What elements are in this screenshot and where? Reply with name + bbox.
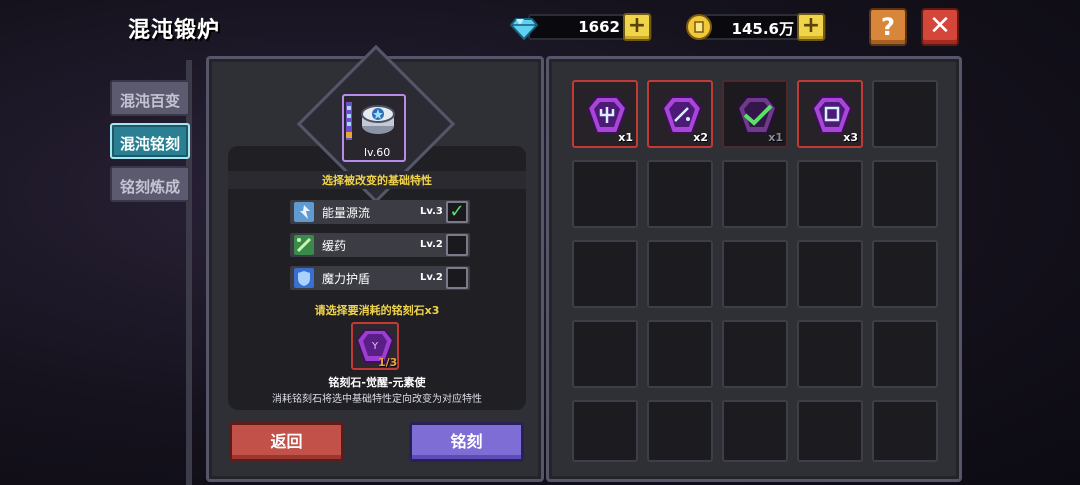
inventory-slot-empty[interactable] [872, 80, 938, 148]
inventory-slot[interactable]: x2 [647, 80, 713, 148]
attribute-row-slow-potion[interactable]: 缓药 Lv.2 [290, 233, 470, 257]
inventory-slot-empty[interactable] [647, 240, 713, 308]
inventory-slot-empty[interactable] [872, 400, 938, 462]
attribute-row-energy-flow[interactable]: 能量源流 Lv.3 ✓ [290, 200, 470, 224]
slow-potion-icon [294, 235, 314, 255]
attribute-checkbox[interactable] [446, 267, 468, 289]
page-title: 混沌锻炉 [128, 18, 221, 43]
inventory-slot-empty[interactable] [797, 320, 863, 388]
tab-inscription-crafting[interactable]: 铭刻炼成 [110, 166, 190, 202]
inventory-slot[interactable]: x3 [797, 80, 863, 148]
rune-disc-icon [346, 102, 395, 140]
inventory-slot-empty[interactable] [797, 160, 863, 228]
stone-title: 请选择要消耗的铭刻石x3 [314, 304, 440, 317]
inventory-slot-empty[interactable] [872, 320, 938, 388]
item-level: lv.60 [364, 146, 391, 159]
svg-text:Y: Y [371, 341, 379, 352]
close-button[interactable]: ✕ [921, 8, 959, 46]
inventory-slot-empty[interactable] [572, 160, 638, 228]
attributes-title: 选择被改变的基础特性 [228, 171, 526, 189]
item-quantity: x1 [618, 131, 633, 144]
item-quantity: x1 [768, 131, 783, 144]
check-icon: ✓ [449, 201, 465, 222]
attribute-checkbox[interactable]: ✓ [446, 201, 468, 223]
carve-button[interactable]: 铭刻 [409, 422, 524, 462]
inventory-slot-empty[interactable] [872, 240, 938, 308]
inventory-slot-empty[interactable] [647, 320, 713, 388]
gold-amount: 145.6万 [731, 20, 794, 38]
stone-count: 1/3 [378, 356, 398, 369]
attribute-row-mana-shield[interactable]: 魔力护盾 Lv.2 [290, 266, 470, 290]
stone-name: 铭刻石-觉醒-元素使 [328, 376, 426, 389]
inventory-grid: x1 x2 x1 x3 [572, 80, 942, 480]
attribute-level: Lv.3 [420, 206, 443, 217]
gem-amount: 1662 [578, 18, 620, 36]
inventory-slot-empty[interactable] [572, 400, 638, 462]
stone-description: 消耗铭刻石将选中基础特性定向改变为对应特性 [272, 394, 482, 405]
inventory-slot-empty[interactable] [647, 400, 713, 462]
attribute-name: 能量源流 [322, 206, 371, 220]
add-gems-button[interactable]: + [623, 13, 651, 41]
tab-chaos-inscription[interactable]: 混沌铭刻 [110, 123, 190, 159]
tab-chaos-transform[interactable]: 混沌百变 [110, 80, 190, 116]
inventory-slot-empty[interactable] [797, 240, 863, 308]
attribute-name: 缓药 [322, 239, 347, 253]
inventory-slot-empty[interactable] [872, 160, 938, 228]
inventory-slot-empty[interactable] [722, 160, 788, 228]
inventory-slot-empty[interactable] [797, 400, 863, 462]
item-quantity: x2 [693, 131, 708, 144]
attribute-name: 魔力护盾 [322, 272, 371, 286]
mana-shield-icon [294, 268, 314, 288]
attribute-level: Lv.2 [420, 272, 443, 283]
attribute-level: Lv.2 [420, 239, 443, 250]
inventory-slot-empty[interactable] [722, 240, 788, 308]
back-button[interactable]: 返回 [229, 422, 344, 462]
diamond-gem-icon [510, 18, 538, 41]
inventory-slot[interactable]: x1 [722, 80, 788, 148]
inventory-slot-empty[interactable] [722, 320, 788, 388]
item-quantity: x3 [843, 131, 858, 144]
inventory-slot-empty[interactable] [572, 240, 638, 308]
inventory-slot-empty[interactable] [722, 400, 788, 462]
energy-flow-icon [294, 202, 314, 222]
inventory-slot-empty[interactable] [647, 160, 713, 228]
inventory-slot[interactable]: x1 [572, 80, 638, 148]
add-gold-button[interactable]: + [797, 13, 825, 41]
gold-coin-icon [686, 14, 712, 40]
inventory-slot-empty[interactable] [572, 320, 638, 388]
attribute-checkbox[interactable] [446, 234, 468, 256]
help-button[interactable]: ? [869, 8, 907, 46]
